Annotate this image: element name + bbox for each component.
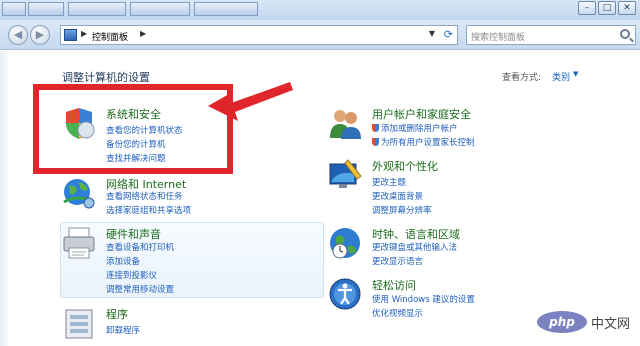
window-thumbnail[interactable]	[130, 2, 190, 16]
breadcrumb-separator-icon[interactable]: ▶	[140, 29, 146, 38]
printer-icon	[63, 227, 95, 259]
close-button[interactable]: ✕	[618, 1, 636, 15]
window-thumbnail[interactable]	[68, 2, 126, 16]
category-title[interactable]: 轻松访问	[372, 277, 416, 293]
back-button[interactable]: ◀	[8, 25, 28, 45]
search-icon[interactable]	[620, 29, 630, 39]
link-optimize-visual[interactable]: 优化视频显示	[372, 307, 423, 319]
watermark-text: 中文网	[591, 317, 631, 332]
ease-of-access-icon	[329, 278, 361, 310]
maximize-button[interactable]: □	[598, 1, 616, 15]
control-panel-icon	[64, 29, 77, 41]
link-uninstall-program[interactable]: 卸载程序	[106, 324, 140, 336]
link-devices-printers[interactable]: 查看设备和打印机	[106, 241, 174, 253]
view-by-value[interactable]: 类别	[552, 70, 570, 83]
category-title[interactable]: 用户帐户和家庭安全	[372, 106, 471, 122]
breadcrumb-control-panel[interactable]: 控制面板	[92, 30, 128, 43]
category-hover-highlight	[60, 222, 324, 298]
link-homegroup-sharing[interactable]: 选择家庭组和共享选项	[106, 204, 191, 216]
link-display-language[interactable]: 更改显示语言	[372, 255, 423, 267]
window-left-edge	[0, 51, 8, 346]
category-title[interactable]: 硬件和声音	[106, 226, 161, 242]
link-add-remove-accounts[interactable]: 添加或删除用户帐户	[372, 122, 458, 134]
globe-network-icon	[63, 179, 95, 209]
view-by-dropdown-icon[interactable]: ▼	[573, 70, 578, 78]
php-logo: php	[537, 311, 587, 333]
window-thumbnail[interactable]	[194, 2, 258, 16]
clock-globe-icon	[330, 228, 360, 259]
window-thumbnail[interactable]	[2, 2, 26, 16]
link-add-device[interactable]: 添加设备	[106, 255, 140, 267]
breadcrumb-separator-icon[interactable]: ▶	[81, 29, 87, 38]
navigation-bar: ◀ ▶ ▶ 控制面板 ▶ ▼ ⟳ 搜索控制面板	[0, 20, 640, 50]
link-mobility-settings[interactable]: 调整常用移动设置	[106, 283, 174, 295]
users-icon	[330, 110, 361, 139]
link-view-network-status[interactable]: 查看网络状态和任务	[106, 190, 183, 202]
address-dropdown-icon[interactable]: ▼	[429, 29, 435, 38]
programs-icon	[65, 309, 93, 339]
link-screen-resolution[interactable]: 调整屏幕分辨率	[372, 204, 432, 216]
view-by-label: 查看方式:	[502, 73, 542, 83]
category-title[interactable]: 程序	[106, 306, 128, 322]
taskbar-strip: – □ ✕	[0, 0, 640, 20]
link-change-theme[interactable]: 更改主题	[372, 176, 406, 188]
link-change-keyboard[interactable]: 更改键盘或其他输入法	[372, 241, 457, 253]
address-bar[interactable]: ▶ 控制面板 ▶ ▼ ⟳	[60, 25, 458, 45]
monitor-brush-icon	[329, 159, 362, 188]
link-desktop-background[interactable]: 更改桌面背景	[372, 190, 423, 202]
search-input[interactable]: 搜索控制面板	[466, 25, 636, 45]
annotation-highlight-box	[33, 84, 233, 174]
forward-button[interactable]: ▶	[30, 25, 50, 45]
minimize-button[interactable]: –	[578, 1, 596, 15]
link-parental-controls[interactable]: 为所有用户设置家长控制	[372, 136, 475, 148]
link-windows-recommended[interactable]: 使用 Windows 建议的设置	[372, 293, 475, 305]
window-thumbnail[interactable]	[28, 2, 64, 16]
search-placeholder: 搜索控制面板	[471, 33, 526, 43]
category-title[interactable]: 时钟、语言和区域	[372, 226, 460, 242]
link-connect-projector[interactable]: 连接到投影仪	[106, 269, 157, 281]
category-title[interactable]: 外观和个性化	[372, 158, 438, 174]
page-title: 调整计算机的设置	[62, 71, 150, 84]
refresh-icon[interactable]: ⟳	[444, 28, 453, 41]
watermark: php 中文网	[505, 300, 640, 346]
